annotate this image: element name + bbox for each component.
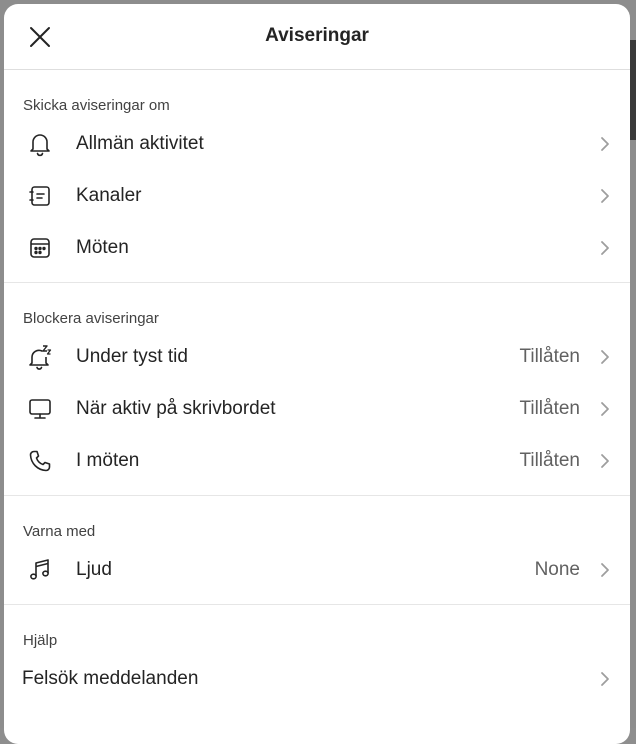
row-label: Möten <box>76 237 129 258</box>
chevron-right-icon <box>598 238 612 258</box>
row-label: Felsök meddelanden <box>22 668 199 689</box>
row-meetings[interactable]: Möten <box>4 222 630 274</box>
section-title: Skicka aviseringar om <box>23 97 170 114</box>
section-help: Hjälp Felsök meddelanden <box>4 605 630 713</box>
row-value: Tillåten <box>519 398 580 419</box>
chevron-right-icon <box>598 347 612 367</box>
row-quiet-time[interactable]: Under tyst tid Tillåten <box>4 331 630 383</box>
row-label: När aktiv på skrivbordet <box>76 398 276 419</box>
row-label: Under tyst tid <box>76 346 188 367</box>
row-channels[interactable]: Kanaler <box>4 170 630 222</box>
section-alert-with: Varna med Ljud None <box>4 496 630 605</box>
row-active-desktop[interactable]: När aktiv på skrivbordet Tillåten <box>4 383 630 435</box>
row-value: Tillåten <box>519 346 580 367</box>
section-title: Varna med <box>23 523 96 540</box>
chevron-right-icon <box>598 186 612 206</box>
chevron-right-icon <box>598 560 612 580</box>
calendar-icon <box>26 234 54 262</box>
page-title: Aviseringar <box>265 25 369 46</box>
row-label: Allmän aktivitet <box>76 133 204 154</box>
channel-icon <box>26 182 54 210</box>
monitor-icon <box>26 395 54 423</box>
row-label: I möten <box>76 450 140 471</box>
snooze-bell-icon <box>26 343 54 371</box>
row-label: Kanaler <box>76 185 142 206</box>
section-title: Hjälp <box>23 632 58 649</box>
row-sound[interactable]: Ljud None <box>4 544 630 596</box>
row-general-activity[interactable]: Allmän aktivitet <box>4 118 630 170</box>
section-block-notifications: Blockera aviseringar Under tyst tid Till… <box>4 283 630 496</box>
phone-icon <box>26 447 54 475</box>
chevron-right-icon <box>598 399 612 419</box>
section-title: Blockera aviseringar <box>23 310 159 327</box>
bell-icon <box>26 130 54 158</box>
notifications-sheet: Aviseringar Skicka aviseringar om Allmän… <box>4 4 630 744</box>
section-send-notifications: Skicka aviseringar om Allmän aktivitet K… <box>4 70 630 283</box>
row-troubleshoot[interactable]: Felsök meddelanden <box>4 653 630 705</box>
chevron-right-icon <box>598 451 612 471</box>
row-value: None <box>534 559 580 580</box>
chevron-right-icon <box>598 669 612 689</box>
chevron-right-icon <box>598 134 612 154</box>
row-value: Tillåten <box>519 450 580 471</box>
row-label: Ljud <box>76 559 112 580</box>
music-note-icon <box>26 556 54 584</box>
sheet-header: Aviseringar <box>4 4 630 70</box>
row-in-meetings[interactable]: I möten Tillåten <box>4 435 630 487</box>
